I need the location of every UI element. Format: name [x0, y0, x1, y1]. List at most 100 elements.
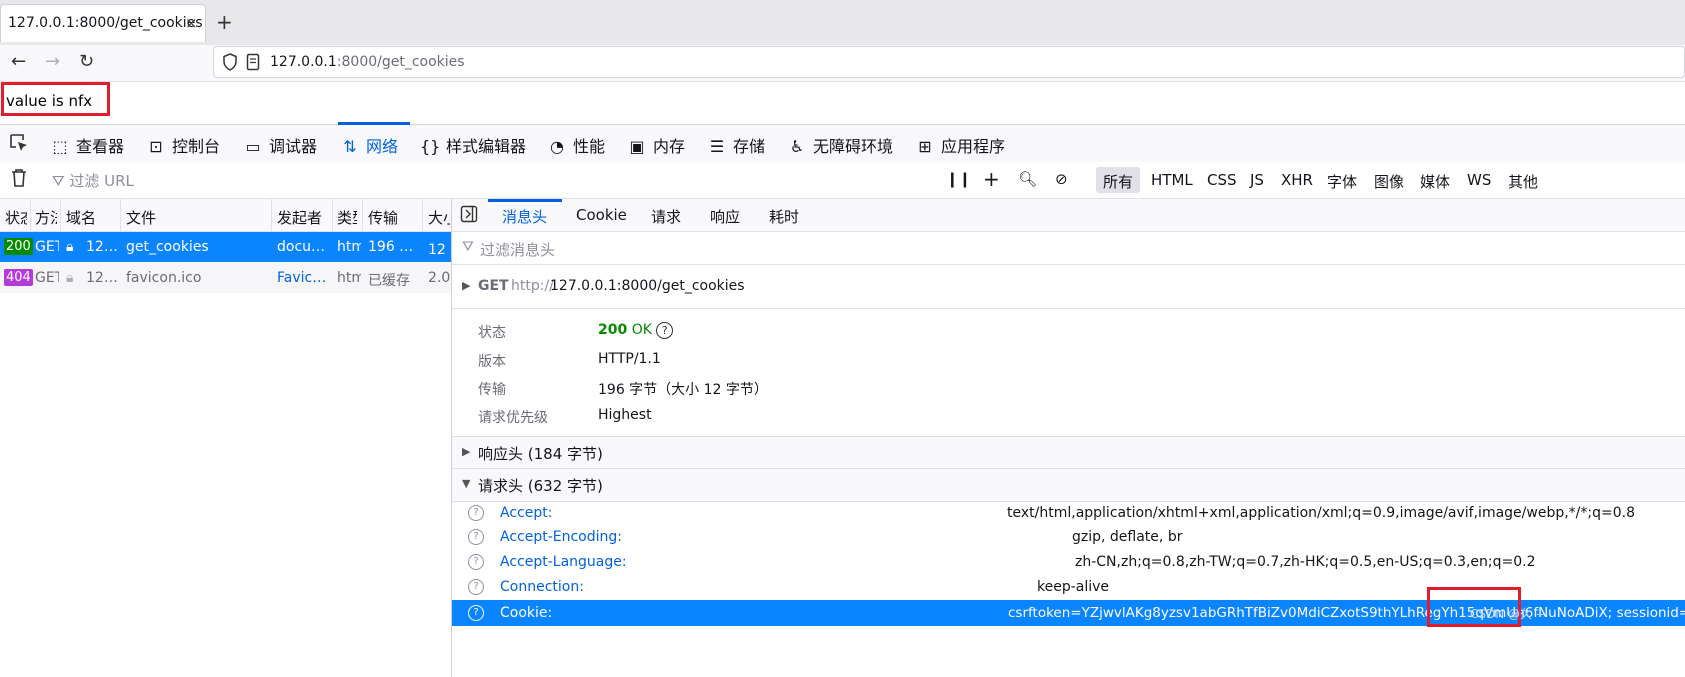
search-icon[interactable]: 🔍︎ — [1018, 170, 1037, 188]
browser-tab[interactable]: 127.0.0.1:8000/get_cookies × — [0, 4, 206, 42]
help-icon[interactable]: ? — [468, 505, 484, 521]
type-filter-js[interactable]: JS — [1250, 171, 1264, 189]
help-icon[interactable]: ? — [468, 579, 484, 595]
request-header-row[interactable]: ? Accept-Language: zh-CN,zh;q=0.8,zh-TW;… — [452, 551, 1685, 575]
memory-icon: ▣ — [629, 137, 645, 156]
column-status[interactable]: 状态 — [5, 207, 27, 228]
column-divider — [422, 199, 423, 231]
type-filter-other[interactable]: 其他 — [1508, 171, 1538, 192]
reload-button[interactable]: ↻ — [79, 51, 94, 72]
page-icon[interactable] — [246, 53, 260, 75]
header-value: keep-alive — [1037, 579, 1110, 595]
column-file[interactable]: 文件 — [126, 207, 266, 228]
request-method: GET — [35, 270, 59, 286]
request-method: GET — [478, 278, 509, 294]
column-domain[interactable]: 域名 — [66, 207, 116, 228]
toggle-sidebar-icon[interactable] — [460, 205, 478, 227]
header-value: zh-CN,zh;q=0.8,zh-TW;q=0.7,zh-HK;q=0.5,e… — [1075, 554, 1536, 570]
column-initiator[interactable]: 发起者 — [277, 207, 329, 228]
column-method[interactable]: 方法 — [35, 207, 57, 228]
tab-application[interactable]: ⊞ 应用程序 — [915, 133, 1005, 157]
filter-icon: ⛛ — [52, 172, 65, 190]
request-url-scheme: http:// — [511, 278, 554, 294]
header-name: Accept-Encoding: — [500, 529, 623, 545]
tab-response[interactable]: 响应 — [710, 206, 740, 227]
request-transferred: 已缓存 — [368, 273, 410, 289]
close-tab-icon[interactable]: × — [185, 14, 198, 32]
tab-strip — [0, 0, 1685, 46]
block-requests-icon[interactable]: ⊘ — [1055, 170, 1068, 188]
url-filter-input[interactable]: ⛛ 过滤 URL — [52, 170, 134, 191]
help-icon[interactable]: ? — [468, 529, 484, 545]
request-size: 2.0 — [428, 270, 450, 286]
filter-icon: ⛛ — [462, 239, 474, 255]
request-headers-section[interactable]: ▼ 请求头 (632 字节) — [452, 468, 1685, 502]
tab-accessibility[interactable]: ♿ 无障碍环境 — [787, 133, 893, 157]
type-filter-html[interactable]: HTML — [1151, 171, 1193, 189]
tab-title: 127.0.0.1:8000/get_cookies — [8, 15, 203, 31]
request-initiator[interactable]: Favic… — [277, 270, 329, 286]
help-icon[interactable]: ? — [468, 605, 484, 621]
column-size[interactable]: 大小 — [428, 207, 450, 228]
summary-value-transferred: 196 字节（大小 12 字节） — [598, 382, 768, 398]
request-row[interactable]: 404 GET 🔒︎ 12… favicon.ico Favic… html 已… — [0, 263, 451, 293]
tab-storage[interactable]: ☰ 存储 — [707, 133, 765, 157]
pause-icon[interactable]: ❙❙ — [946, 170, 971, 188]
tab-debugger[interactable]: ▭ 调试器 — [243, 133, 317, 157]
column-type[interactable]: 类型 — [337, 207, 357, 228]
type-filter-images[interactable]: 图像 — [1374, 171, 1404, 192]
debugger-icon: ▭ — [245, 137, 261, 156]
response-headers-section[interactable]: ▶ 响应头 (184 字节) — [452, 436, 1685, 470]
request-list-header: 状态 方法 域名 文件 发起者 类型 传输 大小 — [0, 199, 451, 232]
back-button[interactable]: ← — [11, 51, 26, 72]
summary-value-status: 200 OK ? — [598, 322, 674, 339]
request-header-row[interactable]: ? Accept-Encoding: gzip, deflate, br — [452, 526, 1685, 550]
type-filter-css[interactable]: CSS — [1207, 171, 1237, 189]
new-tab-button[interactable]: + — [216, 10, 233, 34]
forward-button[interactable]: → — [45, 51, 60, 72]
column-transferred[interactable]: 传输 — [368, 207, 416, 228]
url-text: 127.0.0.1:8000/get_cookies — [270, 54, 465, 70]
detail-tabs: 消息头 Cookie 请求 响应 耗时 — [452, 199, 1685, 232]
response-headers-title: 响应头 (184 字节) — [478, 445, 603, 463]
accessibility-icon: ♿ — [789, 137, 805, 156]
help-icon[interactable]: ? — [656, 322, 674, 339]
storage-icon: ☰ — [709, 137, 725, 156]
column-divider — [120, 199, 121, 231]
add-request-icon[interactable]: + — [983, 167, 1000, 191]
header-name: Accept-Language: — [500, 554, 627, 570]
element-picker-icon[interactable] — [8, 132, 30, 158]
type-filter-fonts[interactable]: 字体 — [1327, 171, 1357, 192]
tab-cookies[interactable]: Cookie — [576, 206, 627, 224]
request-file: favicon.ico — [126, 270, 202, 286]
help-icon[interactable]: ? — [468, 554, 484, 570]
request-summary-line[interactable]: ▶ GET http:// 127.0.0.1:8000/get_cookies — [452, 265, 1685, 309]
summary-key-version: 版本 — [478, 354, 506, 370]
type-filter-media[interactable]: 媒体 — [1420, 171, 1450, 192]
tab-network[interactable]: ⇅ 网络 — [340, 133, 398, 157]
header-filter-input[interactable]: ⛛ 过滤消息头 — [452, 232, 1685, 265]
summary-key-priority: 请求优先级 — [478, 410, 548, 426]
tab-headers[interactable]: 消息头 — [502, 206, 547, 227]
shield-icon[interactable] — [222, 53, 238, 75]
clear-requests-icon[interactable] — [10, 168, 28, 192]
type-filter-xhr[interactable]: XHR — [1281, 171, 1313, 189]
request-transferred: 196 … — [368, 239, 414, 255]
tab-style-editor[interactable]: {} 样式编辑器 — [420, 133, 526, 157]
summary-key-status: 状态 — [478, 325, 506, 341]
request-file: get_cookies — [126, 239, 209, 255]
tab-performance[interactable]: ◔ 性能 — [547, 133, 605, 157]
tab-request[interactable]: 请求 — [651, 206, 681, 227]
tab-memory[interactable]: ▣ 内存 — [627, 133, 685, 157]
header-name: Connection: — [500, 579, 584, 595]
address-bar[interactable]: 127.0.0.1:8000/get_cookies — [213, 46, 1685, 78]
request-size: 12 字 — [428, 242, 450, 258]
tab-inspector[interactable]: ⬚ 查看器 — [50, 133, 124, 157]
collapse-arrow-icon: ▼ — [462, 477, 471, 490]
tab-console[interactable]: ⊡ 控制台 — [146, 133, 220, 157]
type-filter-all[interactable]: 所有 — [1103, 171, 1133, 192]
request-row[interactable]: 200 GET 🔒︎ 12… get_cookies docu… html 19… — [0, 232, 451, 262]
type-filter-ws[interactable]: WS — [1467, 171, 1491, 189]
tab-timings[interactable]: 耗时 — [769, 206, 799, 227]
request-header-row[interactable]: ? Accept: text/html,application/xhtml+xm… — [452, 502, 1685, 526]
